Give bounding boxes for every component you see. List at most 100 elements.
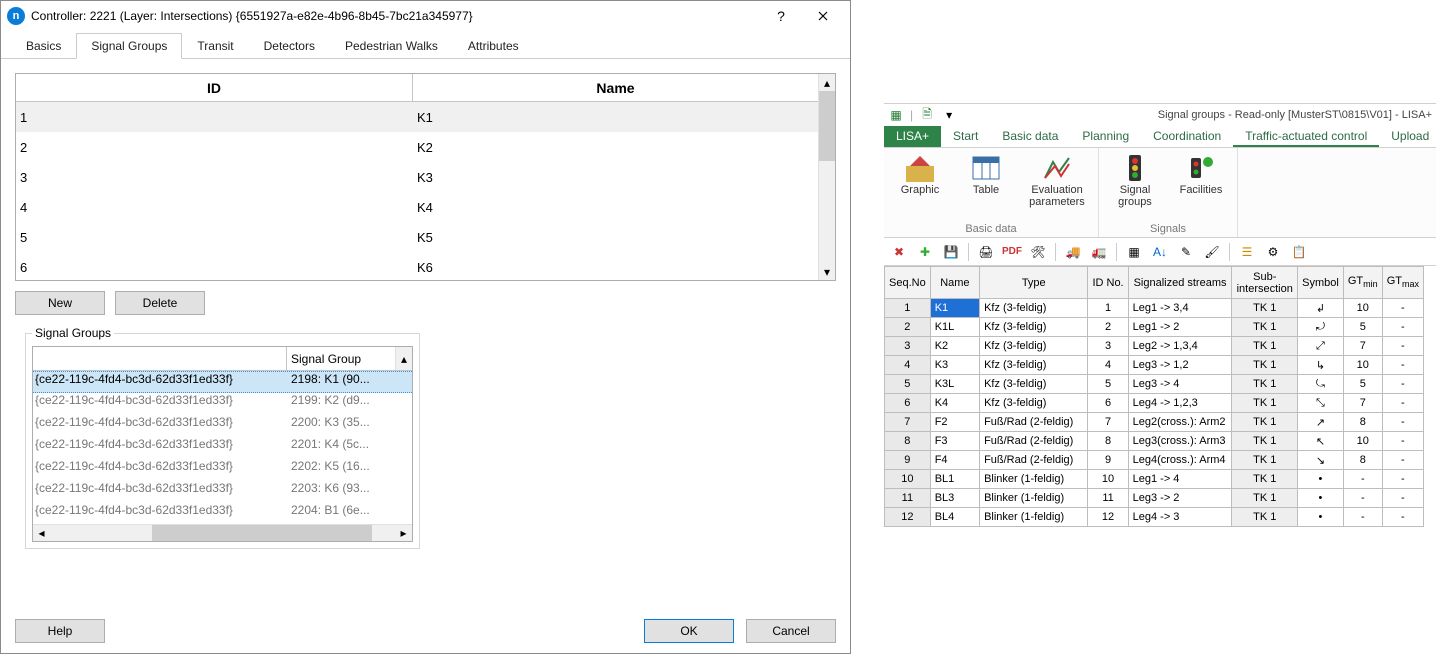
table-row[interactable]: 12BL4Blinker (1-feldig)12Leg4 -> 3TK 1•-…	[885, 508, 1424, 527]
cell-streams[interactable]: Leg4(cross.): Arm4	[1128, 451, 1232, 470]
scroll-down-icon[interactable]: ▾	[819, 263, 835, 280]
cancel-button[interactable]: Cancel	[746, 619, 836, 643]
cell-gtmin[interactable]: 7	[1343, 337, 1382, 356]
cell-gtmin[interactable]: 10	[1343, 299, 1382, 318]
table-row[interactable]: 8F3Fuß/Rad (2-feldig)8Leg3(cross.): Arm3…	[885, 432, 1424, 451]
cell-symbol[interactable]: ⤡	[1298, 394, 1344, 413]
rtab-upload[interactable]: Upload	[1379, 126, 1437, 147]
sheet-icon[interactable]: 🗎	[919, 107, 935, 123]
cell-gtmax[interactable]: -	[1382, 394, 1423, 413]
cell-symbol[interactable]: ⤾	[1298, 318, 1344, 337]
help-button[interactable]: Help	[15, 619, 105, 643]
cell-type[interactable]: Blinker (1-feldig)	[980, 508, 1088, 527]
cell-symbol[interactable]: ↖	[1298, 432, 1344, 451]
th-id[interactable]: ID No.	[1088, 267, 1128, 299]
cell-streams[interactable]: Leg2 -> 1,3,4	[1128, 337, 1232, 356]
cell-name[interactable]: BL1	[930, 470, 979, 489]
cell-symbol[interactable]: •	[1298, 470, 1344, 489]
close-icon[interactable]	[802, 3, 844, 29]
cell-streams[interactable]: Leg3 -> 4	[1128, 375, 1232, 394]
delete-button[interactable]: Delete	[115, 291, 205, 315]
cell-streams[interactable]: Leg1 -> 2	[1128, 318, 1232, 337]
cell-symbol[interactable]: •	[1298, 508, 1344, 527]
cell-name[interactable]: K4	[930, 394, 979, 413]
cell-gtmax[interactable]: -	[1382, 375, 1423, 394]
save-icon[interactable]: 💾	[942, 243, 960, 261]
cell-gtmin[interactable]: -	[1343, 470, 1382, 489]
table-row[interactable]: 3K2Kfz (3-feldig)3Leg2 -> 1,3,4TK 1⤢7-	[885, 337, 1424, 356]
clipboard-icon[interactable]: 📋	[1290, 243, 1308, 261]
cell-name[interactable]: K1L	[930, 318, 979, 337]
table-row[interactable]: 6K4Kfz (3-feldig)6Leg4 -> 1,2,3TK 1⤡7-	[885, 394, 1424, 413]
gear-icon[interactable]: ⚙	[1264, 243, 1282, 261]
new-button[interactable]: New	[15, 291, 105, 315]
list-item[interactable]: {ce22-119c-4fd4-bc3d-62d33f1ed33f}2200: …	[33, 415, 412, 437]
ritem-graphic[interactable]: Graphic	[892, 152, 948, 221]
cell-name[interactable]: BL4	[930, 508, 979, 527]
cell-gtmax[interactable]: -	[1382, 337, 1423, 356]
table-row[interactable]: 1K1Kfz (3-feldig)1Leg1 -> 3,4TK 1↲10-	[885, 299, 1424, 318]
cell-gtmax[interactable]: -	[1382, 318, 1423, 337]
cell-streams[interactable]: Leg2(cross.): Arm2	[1128, 413, 1232, 432]
cell-gtmin[interactable]: 10	[1343, 356, 1382, 375]
cell-streams[interactable]: Leg4 -> 3	[1128, 508, 1232, 527]
cell-type[interactable]: Fuß/Rad (2-feldig)	[980, 413, 1088, 432]
truck-left-icon[interactable]: 🚚	[1064, 243, 1082, 261]
cell-symbol[interactable]: ↘	[1298, 451, 1344, 470]
signal-group-list[interactable]: Signal Group ▴ {ce22-119c-4fd4-bc3d-62d3…	[32, 346, 413, 542]
cell-gtmin[interactable]: -	[1343, 489, 1382, 508]
cell-name[interactable]: K2	[930, 337, 979, 356]
table-row[interactable]: 11BL3Blinker (1-feldig)11Leg3 -> 2TK 1•-…	[885, 489, 1424, 508]
cell-id[interactable]: 12	[1088, 508, 1128, 527]
cell-name[interactable]: K3L	[930, 375, 979, 394]
cell-gtmax[interactable]: -	[1382, 299, 1423, 318]
table-row[interactable]: 3K3	[16, 162, 818, 192]
cell-sub[interactable]: TK 1	[1232, 356, 1298, 375]
signal-groups-grid[interactable]: ID Name 1K12K23K34K45K56K6 ▴ ▾	[15, 73, 836, 281]
cell-streams[interactable]: Leg3(cross.): Arm3	[1128, 432, 1232, 451]
cell-name[interactable]: F2	[930, 413, 979, 432]
rtab-planning[interactable]: Planning	[1070, 126, 1141, 147]
rtab-start[interactable]: Start	[941, 126, 990, 147]
cell-id[interactable]: 1	[1088, 299, 1128, 318]
truck-right-icon[interactable]: 🚛	[1090, 243, 1108, 261]
cell-streams[interactable]: Leg4 -> 1,2,3	[1128, 394, 1232, 413]
th-seq[interactable]: Seq.No	[885, 267, 931, 299]
cell-sub[interactable]: TK 1	[1232, 432, 1298, 451]
hscroll-thumb[interactable]	[152, 525, 372, 541]
cell-type[interactable]: Blinker (1-feldig)	[980, 470, 1088, 489]
cell-sub[interactable]: TK 1	[1232, 394, 1298, 413]
ritem-signal-groups[interactable]: Signal groups	[1107, 152, 1163, 221]
rtab-coordination[interactable]: Coordination	[1141, 126, 1233, 147]
cell-sub[interactable]: TK 1	[1232, 413, 1298, 432]
help-icon[interactable]: ?	[760, 3, 802, 29]
hscroll-right-icon[interactable]: ▸	[395, 525, 412, 541]
cell-gtmin[interactable]: 8	[1343, 451, 1382, 470]
cell-name[interactable]: BL3	[930, 489, 979, 508]
tab-pedestrian-walks[interactable]: Pedestrian Walks	[330, 33, 453, 59]
cell-type[interactable]: Kfz (3-feldig)	[980, 318, 1088, 337]
cell-type[interactable]: Kfz (3-feldig)	[980, 337, 1088, 356]
cell-symbol[interactable]: ↲	[1298, 299, 1344, 318]
cell-sub[interactable]: TK 1	[1232, 489, 1298, 508]
cell-gtmax[interactable]: -	[1382, 508, 1423, 527]
rtab-basic-data[interactable]: Basic data	[990, 126, 1070, 147]
rtab-traffic-actuated[interactable]: Traffic-actuated control	[1233, 126, 1379, 147]
signal-groups-table[interactable]: Seq.No Name Type ID No. Signalized strea…	[884, 266, 1424, 527]
cell-id[interactable]: 10	[1088, 470, 1128, 489]
cell-id[interactable]: 2	[1088, 318, 1128, 337]
brush-icon[interactable]: 🖌	[1203, 243, 1221, 261]
th-streams[interactable]: Signalized streams	[1128, 267, 1232, 299]
col-name[interactable]: Name	[413, 74, 818, 101]
cell-id[interactable]: 6	[1088, 394, 1128, 413]
th-gtmax[interactable]: GTmax	[1382, 267, 1423, 299]
print-icon[interactable]: 🖨	[977, 243, 995, 261]
cell-symbol[interactable]: ⤢	[1298, 337, 1344, 356]
cell-gtmin[interactable]: 5	[1343, 375, 1382, 394]
list-icon[interactable]: ☰	[1238, 243, 1256, 261]
grid-icon[interactable]: ▦	[1125, 243, 1143, 261]
cell-type[interactable]: Kfz (3-feldig)	[980, 299, 1088, 318]
cell-streams[interactable]: Leg1 -> 3,4	[1128, 299, 1232, 318]
cell-type[interactable]: Fuß/Rad (2-feldig)	[980, 451, 1088, 470]
cell-name[interactable]: K1	[930, 299, 979, 318]
